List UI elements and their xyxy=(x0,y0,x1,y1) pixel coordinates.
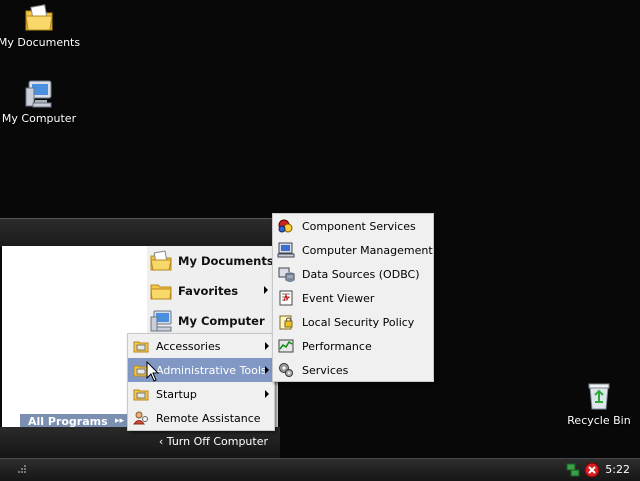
menu-item-remote-assistance[interactable]: Remote Assistance xyxy=(128,406,274,430)
menu-item-label: Startup xyxy=(156,387,197,401)
computer-icon xyxy=(150,310,172,332)
menu-item-local-security-policy[interactable]: Local Security Policy xyxy=(273,310,433,334)
menu-item-label: Services xyxy=(302,363,349,377)
desktop-icon-label: My Computer xyxy=(1,112,77,125)
menu-item-label: Component Services xyxy=(302,219,416,233)
start-menu-header xyxy=(0,218,280,247)
folder-documents-icon xyxy=(25,4,53,31)
security-alert-icon[interactable] xyxy=(584,462,600,478)
program-group-icon xyxy=(133,341,149,353)
desktop-icon-label: My Documents xyxy=(0,36,81,49)
data-sources-icon xyxy=(278,267,295,282)
folder-documents-icon xyxy=(150,250,172,271)
start-menu-footer: Turn Off Computer xyxy=(0,427,280,459)
desktop-icon-recycle-bin[interactable]: Recycle Bin xyxy=(557,380,640,427)
menu-item-label: Administrative Tools xyxy=(156,363,267,377)
menu-item-services[interactable]: Services xyxy=(273,358,433,382)
desktop-icon-my-computer[interactable]: My Computer xyxy=(0,78,81,125)
menu-item-accessories[interactable]: Accessories xyxy=(128,334,274,358)
menu-item-label: Computer Management xyxy=(302,243,433,257)
computer-icon xyxy=(25,80,52,108)
turn-off-computer-button[interactable]: Turn Off Computer xyxy=(159,435,268,448)
submenu-arrow-icon xyxy=(265,390,269,398)
computer-management-icon xyxy=(277,242,295,258)
menu-item-label: Data Sources (ODBC) xyxy=(302,267,420,281)
recycle-bin-icon xyxy=(588,383,610,410)
start-button-grip-icon[interactable] xyxy=(18,465,30,475)
menu-item-label: Accessories xyxy=(156,339,221,353)
start-menu-pinned-area xyxy=(2,246,147,427)
start-item-my-computer[interactable]: My Computer xyxy=(147,307,278,335)
menu-item-startup[interactable]: Startup xyxy=(128,382,274,406)
start-item-favorites[interactable]: Favorites xyxy=(147,277,278,305)
event-viewer-icon xyxy=(279,290,293,306)
component-services-icon xyxy=(278,219,293,233)
tray-clock[interactable]: 5:22 xyxy=(605,463,630,476)
program-group-icon xyxy=(133,389,149,401)
network-icon[interactable] xyxy=(565,462,581,478)
start-item-label: Favorites xyxy=(178,284,239,298)
administrative-tools-submenu: Component Services Computer Management D… xyxy=(272,213,434,382)
desktop-icon-my-documents[interactable]: My Documents xyxy=(0,2,81,49)
submenu-arrow-icon xyxy=(265,366,269,374)
remote-assistance-icon xyxy=(133,411,148,425)
mouse-cursor-icon xyxy=(146,361,160,382)
menu-item-computer-management[interactable]: Computer Management xyxy=(273,238,433,262)
services-icon xyxy=(279,363,293,377)
menu-item-label: Remote Assistance xyxy=(156,411,261,425)
menu-item-event-viewer[interactable]: Event Viewer xyxy=(273,286,433,310)
security-policy-icon xyxy=(279,315,293,330)
menu-item-label: Local Security Policy xyxy=(302,315,415,329)
taskbar: 5:22 xyxy=(0,458,640,481)
menu-item-component-services[interactable]: Component Services xyxy=(273,214,433,238)
menu-item-label: Event Viewer xyxy=(302,291,375,305)
start-item-label: My Documents xyxy=(178,254,274,268)
menu-item-label: Performance xyxy=(302,339,372,353)
submenu-arrow-icon xyxy=(264,286,268,294)
submenu-arrow-icon xyxy=(265,342,269,350)
start-item-my-documents[interactable]: My Documents xyxy=(147,247,278,275)
menu-item-data-sources[interactable]: Data Sources (ODBC) xyxy=(273,262,433,286)
folder-icon xyxy=(150,284,172,300)
performance-icon xyxy=(278,339,294,353)
start-item-label: My Computer xyxy=(178,314,265,328)
menu-item-performance[interactable]: Performance xyxy=(273,334,433,358)
desktop-icon-label: Recycle Bin xyxy=(567,414,631,427)
